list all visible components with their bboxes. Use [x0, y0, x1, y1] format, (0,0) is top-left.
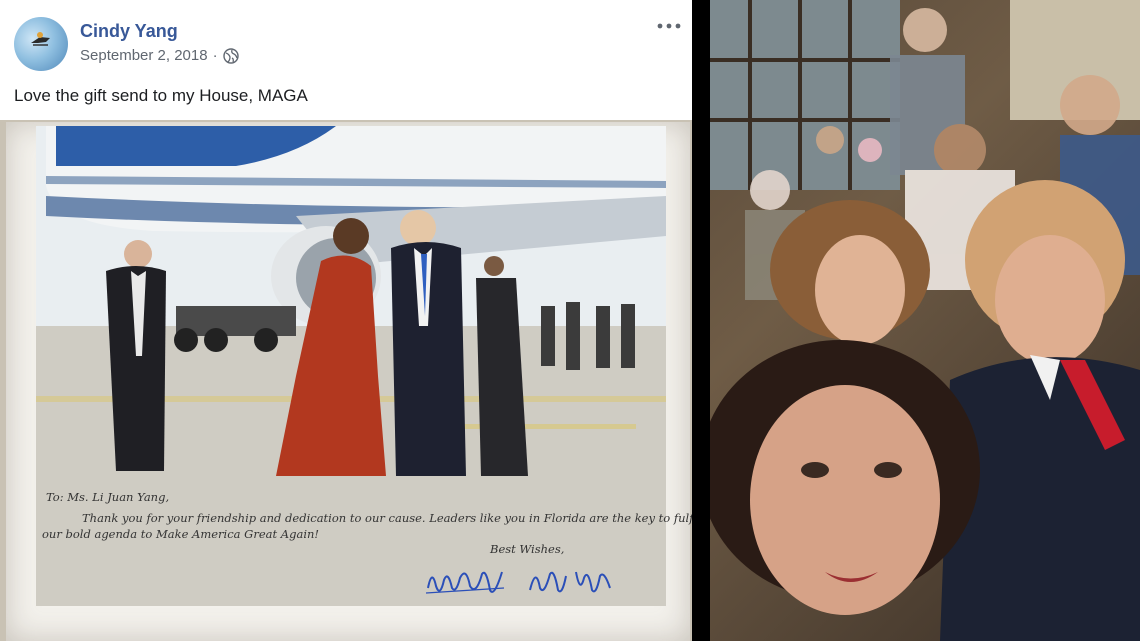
- letter-recipient: To: Ms. Li Juan Yang,: [46, 490, 170, 504]
- letter-body-line2: our bold agenda to Make America Great Ag…: [42, 527, 320, 541]
- globe-icon[interactable]: [222, 47, 239, 64]
- signature-two-image: [529, 571, 611, 593]
- post-header: Cindy Yang September 2, 2018 · Love the …: [0, 0, 692, 120]
- avatar-figure-icon: [31, 32, 50, 46]
- post-date-link[interactable]: September 2, 2018: [80, 47, 208, 64]
- facebook-post: Cindy Yang September 2, 2018 · Love the …: [0, 0, 692, 641]
- author-avatar[interactable]: [14, 17, 68, 71]
- post-text: Love the gift send to my House, MAGA: [14, 86, 308, 105]
- letter-body-line1: Thank you for your friendship and dedica…: [82, 511, 692, 525]
- selfie-illustration: [710, 0, 1140, 641]
- letter-closing: Best Wishes,: [490, 542, 565, 556]
- selfie-photo[interactable]: [710, 0, 1140, 641]
- more-options-button[interactable]: [655, 14, 683, 38]
- meta-separator: ·: [212, 47, 218, 64]
- signature-one-image: [425, 571, 505, 594]
- post-photo[interactable]: To: Ms. Li Juan Yang, Thank you for your…: [0, 120, 692, 641]
- more-options-icon: [657, 23, 681, 29]
- post-meta: September 2, 2018 ·: [80, 47, 239, 64]
- image-divider: [692, 0, 710, 641]
- author-name-link[interactable]: Cindy Yang: [80, 21, 178, 42]
